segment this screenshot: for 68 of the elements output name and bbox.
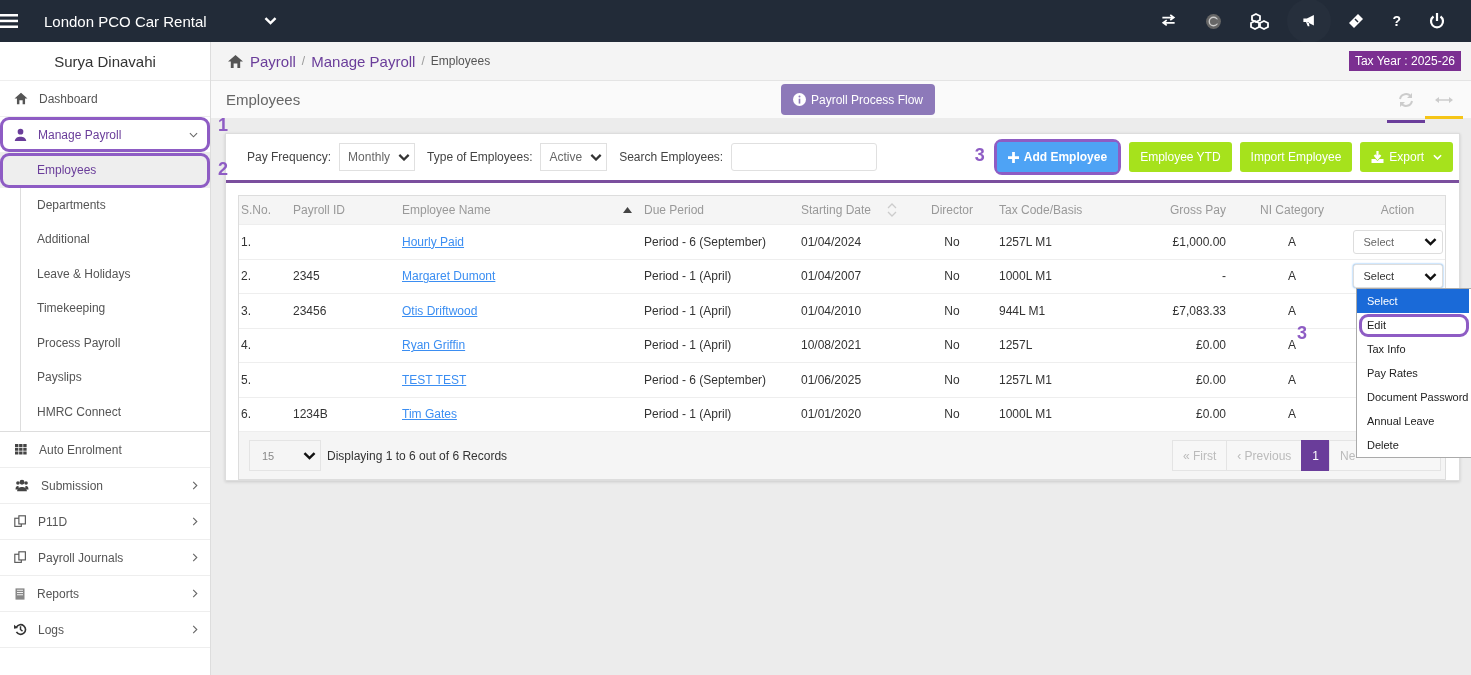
table-cell: 10/08/2021 — [801, 338, 862, 353]
table-cell: No — [944, 407, 960, 422]
column-header: Tax Code/Basis — [999, 203, 1083, 217]
table-cell: 23456 — [293, 303, 327, 318]
table-cell: 4. — [241, 338, 251, 353]
page-title: Employees — [226, 91, 302, 108]
table-cell: 944L M1 — [999, 303, 1046, 318]
column-header: NI Category — [1260, 203, 1324, 217]
table-cell: 1257L M1 — [999, 372, 1052, 387]
breadcrumb-separator: / — [301, 54, 306, 68]
table-cell: Period - 6 (September) — [644, 234, 767, 249]
table-cell: 2. — [241, 269, 251, 284]
table-cell: Period - 1 (April) — [644, 338, 732, 353]
table-cell: No — [944, 338, 960, 353]
table-cell: Period - 1 (April) — [644, 407, 732, 422]
table-cell: No — [944, 269, 960, 284]
table-cell: 01/04/2010 — [801, 303, 862, 318]
company-name: London PCO Car Rental — [44, 12, 208, 30]
table-cell: No — [944, 372, 960, 387]
column-header: Action — [1380, 203, 1415, 217]
table-cell: 1257L — [999, 338, 1033, 353]
table-cell: 1234B — [293, 407, 328, 422]
table-cell: £1,000.00 — [1172, 234, 1226, 249]
breadcrumb-separator: / — [421, 54, 425, 68]
table-cell: £0.00 — [1195, 338, 1226, 353]
user-name: Surya Dinavahi — [0, 42, 210, 81]
table-cell: £0.00 — [1195, 372, 1226, 387]
column-header: Payroll ID — [293, 203, 345, 217]
callout-number: 2 — [218, 159, 228, 180]
table-cell: 6. — [241, 407, 251, 422]
table-cell: A — [1288, 407, 1296, 422]
table-cell: A — [1288, 338, 1296, 353]
table-cell: - — [1222, 269, 1226, 284]
table-cell: 1. — [241, 234, 251, 249]
callout-number: 3 — [974, 145, 985, 166]
table-cell: Period - 1 (April) — [644, 303, 732, 318]
callout-number: 3 — [1297, 322, 1307, 344]
table-cell: No — [944, 303, 960, 318]
table-cell: A — [1288, 303, 1296, 318]
table-cell: 01/01/2020 — [801, 407, 862, 422]
tax-year-badge: Tax Year : 2025-26 — [1348, 51, 1461, 71]
table-cell: 01/04/2024 — [801, 234, 862, 249]
table-cell: A — [1288, 269, 1296, 284]
records-summary: Displaying 1 to 6 out of 6 Records — [327, 448, 508, 463]
table-cell: 5. — [241, 372, 251, 387]
table-cell: Period - 1 (April) — [644, 269, 732, 284]
filter-label: Pay Frequency: — [247, 150, 332, 164]
filter-label: Type of Employees: — [427, 150, 533, 164]
table-cell: 01/06/2025 — [801, 372, 862, 387]
table-cell: 1000L M1 — [999, 407, 1052, 422]
table-cell: £0.00 — [1195, 407, 1226, 422]
column-header: Director — [931, 203, 973, 217]
column-header: Gross Pay — [1170, 203, 1226, 217]
column-header: Due Period — [644, 203, 705, 217]
table-cell: Period - 6 (September) — [644, 372, 767, 387]
column-header: S.No. — [241, 203, 271, 217]
table-cell: £7,083.33 — [1172, 303, 1226, 318]
table-cell: 2345 — [293, 269, 320, 284]
breadcrumb-current: Employees — [430, 54, 491, 68]
table-cell: 01/04/2007 — [801, 269, 862, 284]
table-cell: A — [1288, 372, 1296, 387]
callout-number: 1 — [218, 115, 228, 136]
table-cell: No — [944, 234, 960, 249]
table-cell: 1257L M1 — [999, 234, 1052, 249]
table-cell: A — [1288, 234, 1296, 249]
table-cell: 3. — [241, 303, 251, 318]
filter-label: Search Employees: — [619, 150, 724, 164]
table-cell: 1000L M1 — [999, 269, 1052, 284]
